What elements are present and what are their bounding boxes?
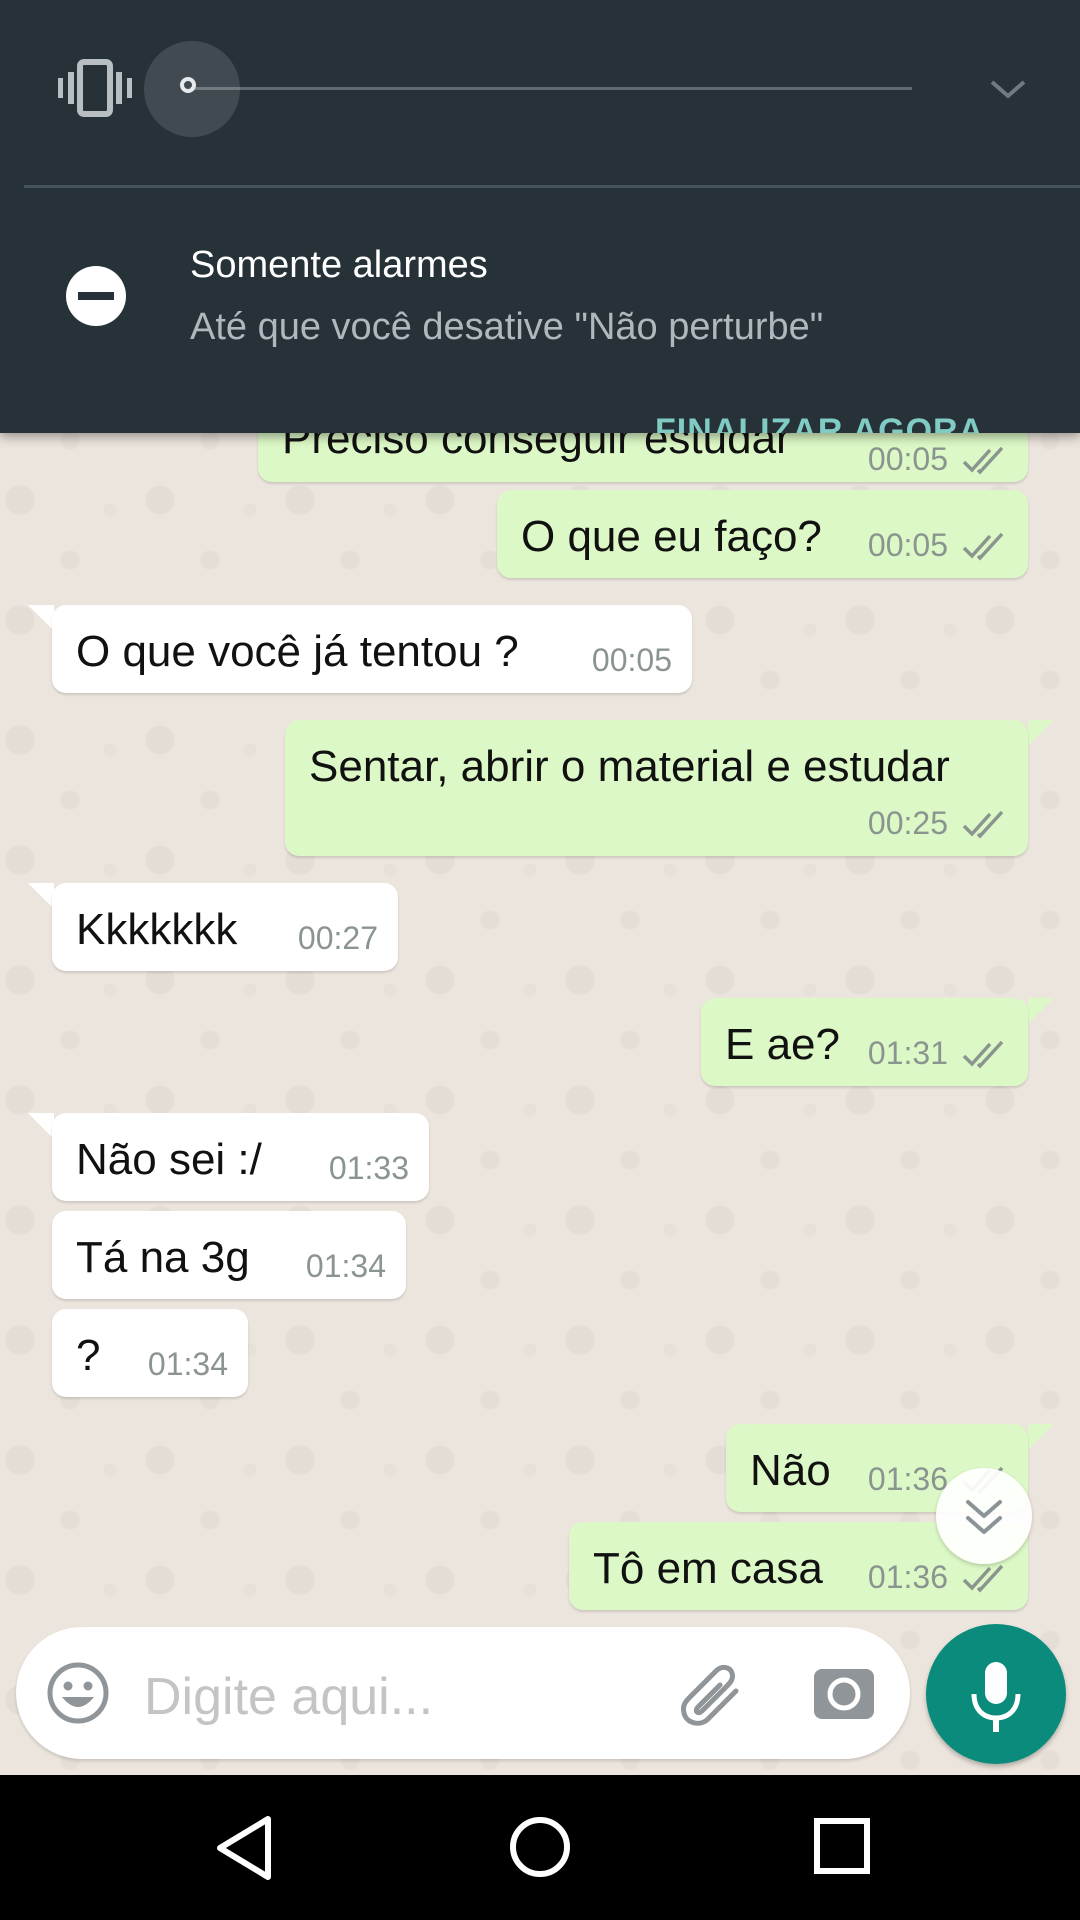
back-triangle-icon[interactable] xyxy=(210,1813,280,1883)
read-ticks-icon xyxy=(962,532,1004,561)
camera-icon[interactable] xyxy=(812,1661,876,1721)
dnd-end-now-button[interactable]: FINALIZAR AGORA xyxy=(655,414,984,433)
message-time: 01:31 xyxy=(867,1035,948,1071)
notification-shade: Somente alarmes Até que você desative "N… xyxy=(0,0,1080,433)
message-bubble-incoming[interactable]: Kkkkkkk 00:27 xyxy=(52,883,398,971)
message-text: Tá na 3g xyxy=(76,1233,250,1282)
message-bubble-incoming[interactable]: Não sei :/ 01:33 xyxy=(52,1113,429,1201)
microphone-button[interactable] xyxy=(926,1624,1066,1764)
message-text: ? xyxy=(76,1331,101,1380)
message-time: 00:05 xyxy=(867,527,948,563)
recents-square-icon[interactable] xyxy=(813,1817,871,1875)
message-time: 01:36 xyxy=(867,1559,948,1595)
scroll-to-bottom-button[interactable] xyxy=(936,1468,1032,1564)
bubble-tail xyxy=(1028,720,1054,746)
read-ticks-icon xyxy=(962,1564,1004,1593)
vibrate-icon[interactable] xyxy=(58,58,132,118)
message-time: 01:33 xyxy=(328,1150,409,1186)
message-bubble-incoming[interactable]: Tá na 3g 01:34 xyxy=(52,1211,406,1299)
message-text: Tô em casa xyxy=(593,1544,823,1593)
message-text: O que você já tentou ? xyxy=(76,627,519,676)
minus-circle-icon xyxy=(66,266,126,326)
message-text: Kkkkkkk xyxy=(76,905,238,954)
home-circle-icon[interactable] xyxy=(508,1815,572,1879)
double-chevron-down-icon xyxy=(966,1500,1002,1534)
volume-slider-knob[interactable] xyxy=(180,77,196,93)
paperclip-icon[interactable] xyxy=(678,1661,748,1727)
emoji-icon[interactable] xyxy=(46,1661,110,1725)
bubble-tail xyxy=(28,1113,54,1139)
message-bubble-outgoing[interactable]: Sentar, abrir o material e estudar 00:25 xyxy=(285,720,1028,856)
message-bubble-incoming[interactable]: ? 01:34 xyxy=(52,1309,248,1397)
message-time: 00:05 xyxy=(867,441,948,477)
message-time: 01:34 xyxy=(147,1346,228,1382)
message-text: Sentar, abrir o material e estudar xyxy=(309,742,950,791)
message-bubble-incoming[interactable]: O que você já tentou ? 00:05 xyxy=(52,605,692,693)
message-bubble-outgoing[interactable]: O que eu faço? 00:05 xyxy=(497,490,1028,578)
message-text: O que eu faço? xyxy=(521,512,822,561)
read-ticks-icon xyxy=(962,446,1004,475)
read-ticks-icon xyxy=(962,1040,1004,1069)
shade-divider xyxy=(24,185,1080,188)
microphone-icon xyxy=(971,1662,1021,1732)
volume-slider-track[interactable] xyxy=(190,87,912,90)
message-input[interactable]: Digite aqui... xyxy=(144,1667,433,1727)
dnd-subtitle: Até que você desative "Não perturbe" xyxy=(190,306,824,348)
message-text: Não xyxy=(750,1446,831,1495)
message-text: E ae? xyxy=(725,1020,840,1069)
message-time: 01:34 xyxy=(305,1248,386,1284)
message-composer[interactable]: Digite aqui... xyxy=(16,1627,910,1759)
message-text: Não sei :/ xyxy=(76,1135,262,1184)
bubble-tail xyxy=(1028,1424,1054,1450)
message-time: 00:25 xyxy=(867,805,948,841)
bubble-tail xyxy=(28,883,54,909)
bubble-tail xyxy=(28,605,54,631)
message-bubble-outgoing[interactable]: E ae? 01:31 xyxy=(701,998,1028,1086)
read-ticks-icon xyxy=(962,810,1004,839)
navigation-bar xyxy=(0,1775,1080,1920)
message-time: 00:27 xyxy=(297,920,378,956)
dnd-title: Somente alarmes xyxy=(190,244,488,286)
message-time: 00:05 xyxy=(591,642,672,678)
bubble-tail xyxy=(1028,998,1054,1024)
chevron-down-icon[interactable] xyxy=(986,72,1030,106)
